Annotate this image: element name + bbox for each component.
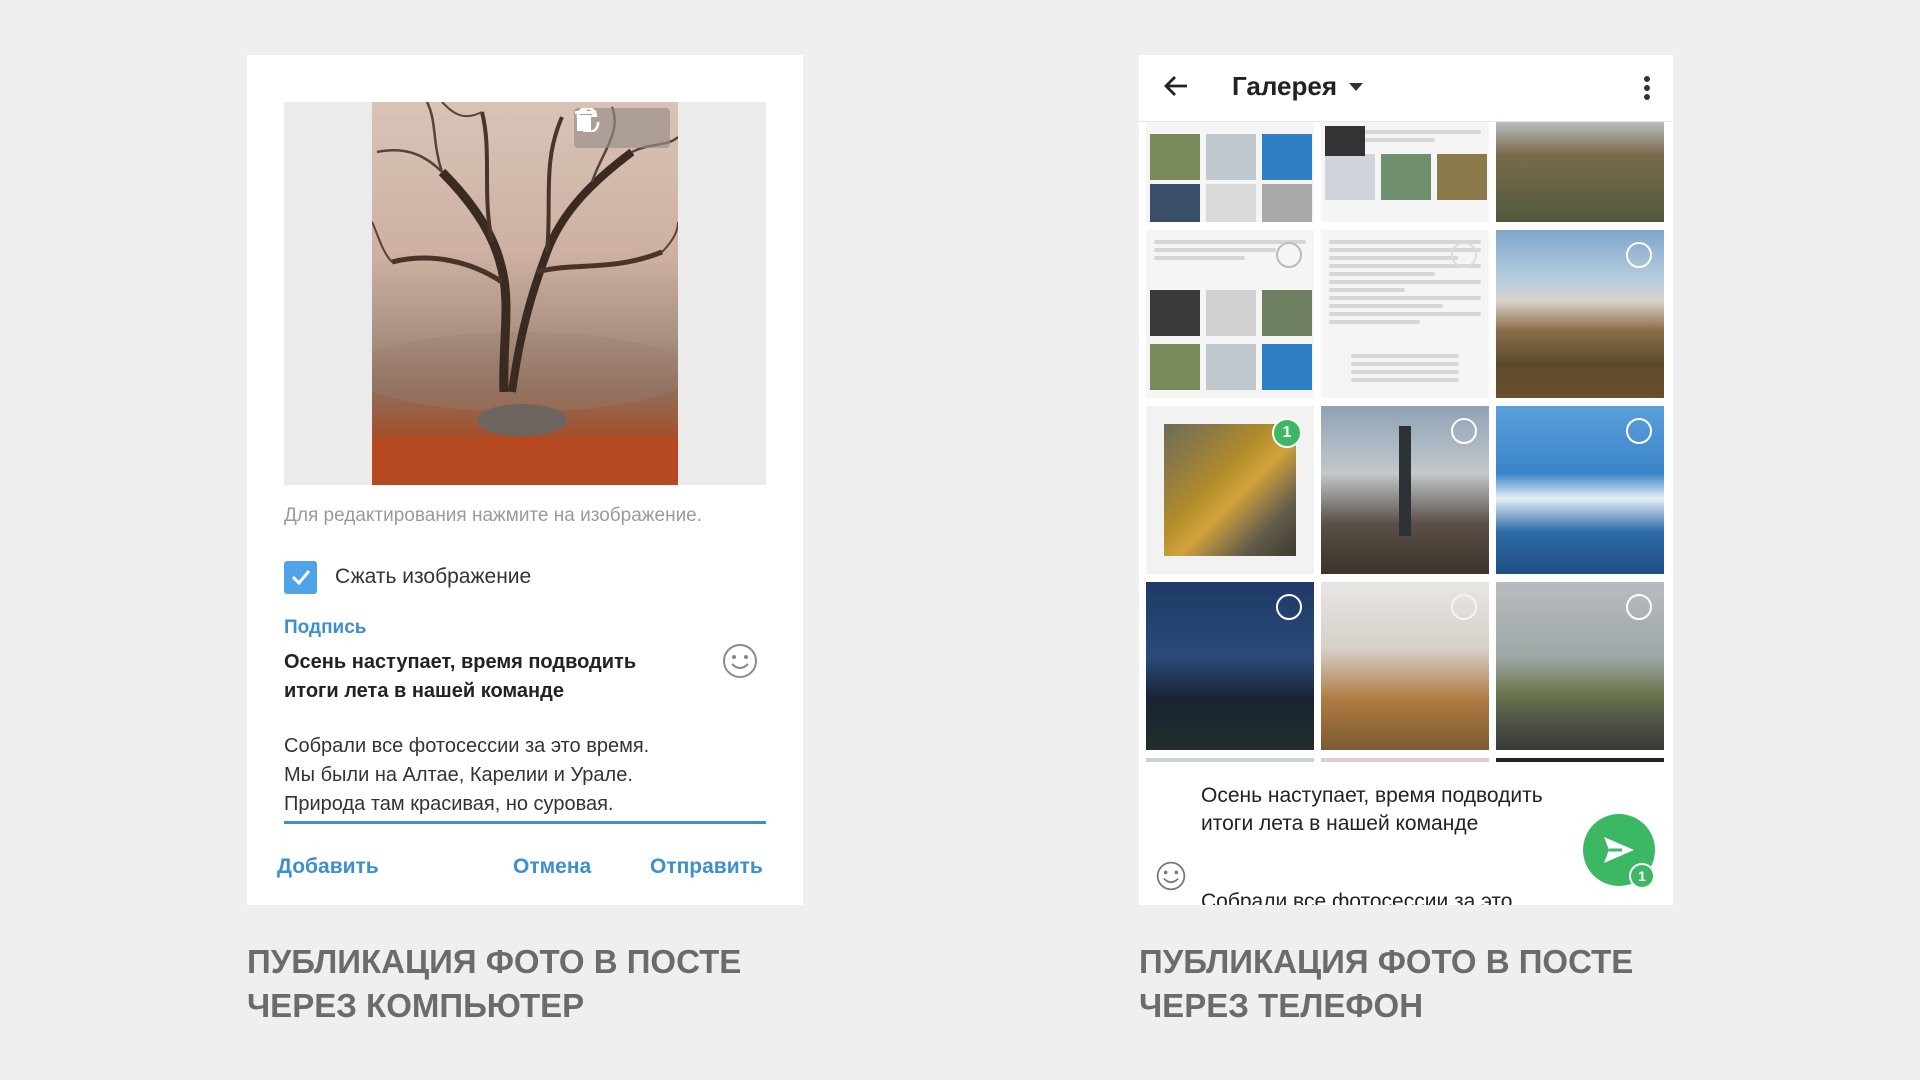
phone-gallery-screen: Галерея 1 Осень наступает, время подводи… (1139, 55, 1673, 905)
gallery-tile[interactable] (1496, 122, 1664, 222)
photo-grid: 1 (1146, 122, 1668, 818)
gallery-tile-selected[interactable]: 1 (1146, 406, 1314, 574)
gallery-tile[interactable] (1146, 582, 1314, 750)
send-button[interactable]: Отправить (650, 855, 763, 879)
compress-checkbox[interactable] (284, 560, 317, 594)
caption-field-underline (284, 821, 766, 824)
cancel-button[interactable]: Отмена (513, 855, 591, 879)
select-circle-icon[interactable] (1276, 242, 1302, 268)
select-circle-icon[interactable] (1276, 594, 1302, 620)
check-icon (291, 570, 310, 585)
compress-label: Сжать изображение (335, 565, 532, 588)
send-icon (1604, 837, 1634, 863)
emoji-icon[interactable] (722, 643, 758, 684)
caption-field-label: Подпись (284, 617, 367, 638)
gallery-title: Галерея (1232, 71, 1338, 101)
send-count-badge: 1 (1629, 863, 1655, 889)
gallery-header: Галерея (1139, 55, 1673, 122)
more-options-icon[interactable] (1643, 75, 1651, 106)
caption-title-text[interactable]: Осень наступает, время подводить итоги л… (284, 648, 684, 706)
compose-caption-input[interactable]: Осень наступает, время подводить итоги л… (1201, 782, 1551, 838)
image-preview-area (284, 102, 766, 485)
compose-caption-overflow: Собрали все фотосессии за это (1201, 890, 1513, 905)
desktop-send-photo-dialog: Для редактирования нажмите на изображени… (247, 55, 803, 905)
left-caption: ПУБЛИКАЦИЯ ФОТО В ПОСТЕ ЧЕРЕЗ КОМПЬЮТЕР (247, 943, 742, 1024)
select-circle-icon[interactable] (1626, 242, 1652, 268)
caption-body-text[interactable]: Собрали все фотосессии за это время. Мы … (284, 732, 724, 819)
gallery-tile[interactable] (1146, 230, 1314, 398)
gallery-tile[interactable] (1321, 230, 1489, 398)
select-circle-icon[interactable] (1451, 242, 1477, 268)
right-caption: ПУБЛИКАЦИЯ ФОТО В ПОСТЕ ЧЕРЕЗ ТЕЛЕФОН (1139, 943, 1634, 1024)
gallery-tile[interactable] (1321, 406, 1489, 574)
gallery-title-dropdown[interactable]: Галерея (1232, 71, 1364, 102)
autumn-tree-photo[interactable] (372, 102, 678, 485)
gallery-tile[interactable] (1321, 582, 1489, 750)
emoji-icon[interactable] (1155, 860, 1187, 897)
tower-shape (1399, 426, 1411, 536)
gallery-tile[interactable] (1496, 582, 1664, 750)
select-circle-icon[interactable] (1626, 594, 1652, 620)
gallery-tile[interactable] (1496, 230, 1664, 398)
tree-illustration (372, 102, 678, 485)
photo-tools (574, 108, 670, 148)
compose-bar: Осень наступает, время подводить итоги л… (1139, 762, 1673, 905)
gallery-tile[interactable] (1496, 406, 1664, 574)
selected-badge[interactable]: 1 (1272, 418, 1302, 448)
gallery-tile[interactable] (1321, 122, 1489, 222)
select-circle-icon[interactable] (1626, 418, 1652, 444)
edit-hint: Для редактирования нажмите на изображени… (284, 505, 703, 526)
compress-option[interactable]: Сжать изображение (284, 560, 531, 594)
camera-thumb (1325, 126, 1365, 156)
gallery-tile[interactable] (1146, 122, 1314, 222)
back-arrow-icon[interactable] (1163, 73, 1189, 104)
select-circle-icon[interactable] (1451, 418, 1477, 444)
add-button[interactable]: Добавить (277, 855, 379, 879)
chevron-down-icon (1349, 82, 1364, 91)
select-circle-icon[interactable] (1451, 594, 1477, 620)
